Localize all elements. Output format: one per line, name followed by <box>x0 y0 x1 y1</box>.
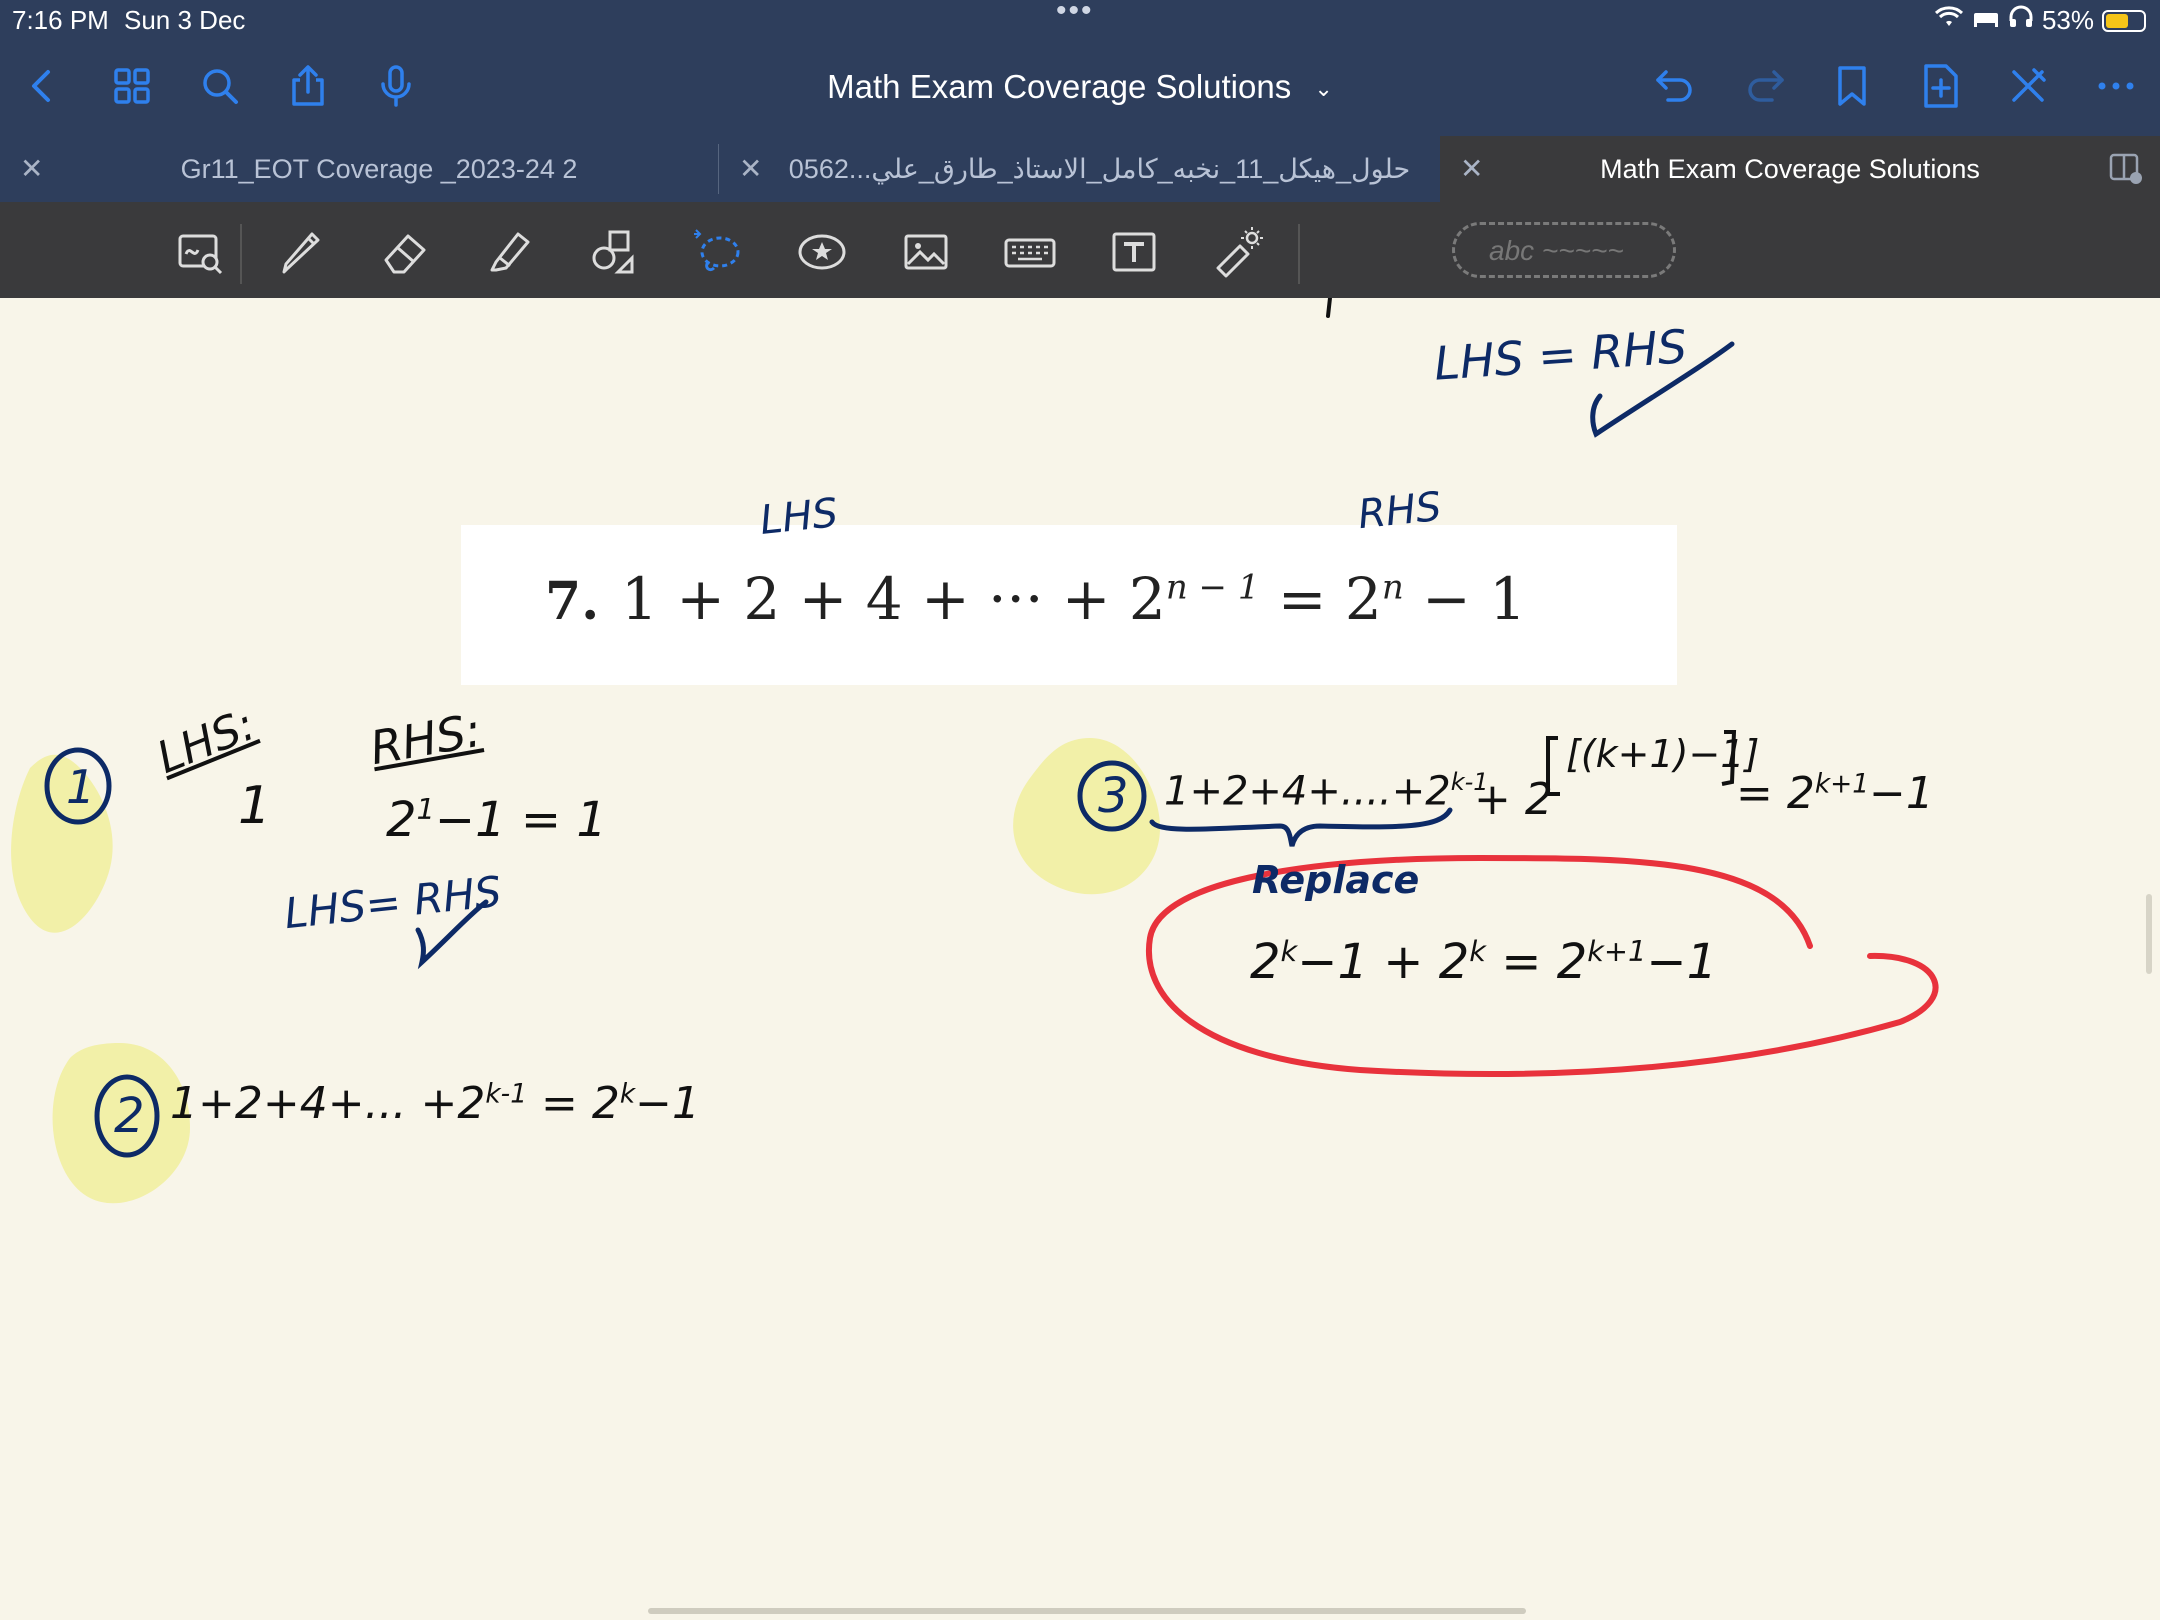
step1-lhs-value: 1 <box>238 776 272 836</box>
step3-expr-a: 1+2+4+....+2 <box>1164 768 1451 815</box>
image-icon[interactable] <box>894 220 958 284</box>
stray-mark <box>1326 298 1332 318</box>
step2-equation: 1+2+4+... +2k-1 = 2k−1 <box>170 1078 700 1129</box>
redo-icon[interactable] <box>1736 58 1792 114</box>
problem-equals: = 2 <box>1259 565 1382 633</box>
wifi-icon <box>1934 5 1964 36</box>
problem-rhs-tail: − 1 <box>1403 565 1527 633</box>
vertical-scroll-indicator[interactable] <box>2146 894 2152 974</box>
eraser-icon[interactable] <box>374 220 438 284</box>
step3-rhs: = 2k+1−1 <box>1736 768 1934 819</box>
zoom-window-icon[interactable] <box>168 220 232 284</box>
problem-lhs-exponent: n − 1 <box>1165 567 1260 608</box>
step2-expr-b: = 2 <box>541 1078 620 1129</box>
problem-expression: 1 + 2 + 4 + ··· + 2n − 1 = 2n − 1 <box>621 565 1526 633</box>
step2-expr-a: 1+2+4+... +2 <box>170 1078 486 1129</box>
step3-plus-term: + 2 <box>1474 774 1553 825</box>
highlight-blob-1 <box>11 754 113 933</box>
chevron-down-icon[interactable]: ⌄ <box>1314 76 1332 101</box>
search-icon[interactable] <box>192 58 248 114</box>
highlighter-icon[interactable] <box>478 220 542 284</box>
back-icon[interactable] <box>14 58 70 114</box>
keyboard-icon[interactable] <box>998 220 1062 284</box>
step1-rhs-tail: −1 = 1 <box>434 792 607 848</box>
boxed-d: −1 <box>1646 934 1718 990</box>
problem-number: 7. <box>545 571 600 632</box>
text-box-icon[interactable] <box>1102 220 1166 284</box>
battery-icon <box>2102 9 2146 32</box>
boxed-c: = 2 <box>1485 934 1588 990</box>
label-lhs: LHS <box>757 490 840 544</box>
step3-lhs: 1+2+4+....+2k-1 <box>1164 768 1489 814</box>
step1-rhs-equation: 21−1 = 1 <box>386 792 607 848</box>
tools-toolbar: abc ~~~~~ <box>0 202 2160 298</box>
bookmark-icon[interactable] <box>1824 58 1880 114</box>
close-icon[interactable]: ✕ <box>739 152 762 185</box>
status-date: Sun 3 Dec <box>124 5 246 35</box>
tab-arabic-solutions[interactable]: ✕ حلول_هيكل_11_نخبه_كامل_الاستاذ_طارق_عل… <box>719 136 1440 202</box>
tab-math-exam-solutions[interactable]: ✕ Math Exam Coverage Solutions <box>1440 136 2160 202</box>
step1-rhs-base: 2 <box>386 792 417 848</box>
pen-icon[interactable] <box>270 220 334 284</box>
elements-sticker-icon[interactable] <box>790 220 854 284</box>
step2-exponent-1: k-1 <box>485 1078 527 1110</box>
undo-icon[interactable] <box>1648 58 1704 114</box>
toolbar-separator <box>240 224 242 284</box>
document-title[interactable]: Math Exam Coverage Solutions <box>827 68 1291 105</box>
problem-rhs-exponent: n <box>1381 567 1404 608</box>
boxed-a: 2 <box>1250 934 1281 990</box>
nav-bar: Math Exam Coverage Solutions ⌄ <box>0 40 2160 136</box>
more-icon[interactable] <box>2088 58 2144 114</box>
problem-lhs: 1 + 2 + 4 + ··· + 2 <box>621 565 1166 633</box>
step3-number: 3 <box>1098 768 1129 824</box>
pen-preset-slot[interactable]: abc ~~~~~ <box>1452 222 1676 278</box>
toolbar-separator <box>1298 224 1300 284</box>
status-right-group: 53% <box>1934 5 2146 36</box>
split-view-icon[interactable] <box>2108 150 2144 193</box>
grid-view-icon[interactable] <box>104 58 160 114</box>
laser-pointer-icon[interactable] <box>1206 220 1270 284</box>
microphone-icon[interactable] <box>368 58 424 114</box>
status-bar: 7:16 PM Sun 3 Dec ••• 53% <box>0 0 2160 40</box>
label-rhs: RHS <box>1355 483 1444 539</box>
step1-rhs-exponent: 1 <box>416 792 435 826</box>
status-time: 7:16 PM <box>12 5 109 35</box>
boxed-equation: 2k−1 + 2k = 2k+1−1 <box>1250 934 1717 990</box>
boxed-b: −1 + 2 <box>1297 934 1470 990</box>
step2-exponent-2: k <box>619 1078 636 1110</box>
boxed-exponent-2: k <box>1469 934 1486 968</box>
step1-number: 1 <box>66 760 96 814</box>
shapes-icon[interactable] <box>582 220 646 284</box>
step3-rhs-exponent: k+1 <box>1814 768 1870 800</box>
horizontal-scroll-indicator[interactable] <box>648 1608 1526 1614</box>
problem-7-card: 7. 1 + 2 + 4 + ··· + 2n − 1 = 2n − 1 <box>461 525 1677 685</box>
replace-label: Replace <box>1252 858 1420 902</box>
lasso-icon[interactable] <box>684 220 748 284</box>
sleep-focus-icon <box>1972 5 2000 36</box>
boxed-exponent-1: k <box>1280 934 1298 968</box>
step3-rhs-base: = 2 <box>1736 768 1815 819</box>
step2-number: 2 <box>114 1088 145 1144</box>
tab-label: Gr11_EOT Coverage _2023-24 2 <box>180 154 578 184</box>
ink-layer <box>11 298 1939 1204</box>
tab-label: حلول_هيكل_11_نخبه_كامل_الاستاذ_طارق_علي.… <box>788 154 1411 184</box>
close-icon[interactable]: ✕ <box>20 152 43 185</box>
underbrace <box>1149 807 1453 847</box>
step3-bracket-exponent: [(k+1)−1] <box>1566 732 1760 776</box>
multitasking-dots-icon[interactable]: ••• <box>1056 0 1094 28</box>
document-page[interactable]: 7. 1 + 2 + 4 + ··· + 2n − 1 = 2n − 1 LHS… <box>0 298 2160 1620</box>
tab-label: Math Exam Coverage Solutions <box>1600 154 1980 184</box>
add-page-icon[interactable] <box>1912 58 1968 114</box>
tab-bar: ✕ Gr11_EOT Coverage _2023-24 2 ✕ حلول_هي… <box>0 136 2160 202</box>
step2-expr-c: −1 <box>635 1078 701 1129</box>
headphones-icon <box>2008 5 2034 36</box>
close-icon[interactable]: ✕ <box>1460 152 1483 185</box>
tab-gr11-coverage[interactable]: ✕ Gr11_EOT Coverage _2023-24 2 <box>0 136 718 202</box>
share-icon[interactable] <box>280 58 336 114</box>
step3-rhs-tail: −1 <box>1869 768 1934 819</box>
boxed-exponent-3: k+1 <box>1587 934 1647 968</box>
battery-percent: 53% <box>2041 5 2094 35</box>
close-pen-tools-icon[interactable] <box>2000 58 2056 114</box>
